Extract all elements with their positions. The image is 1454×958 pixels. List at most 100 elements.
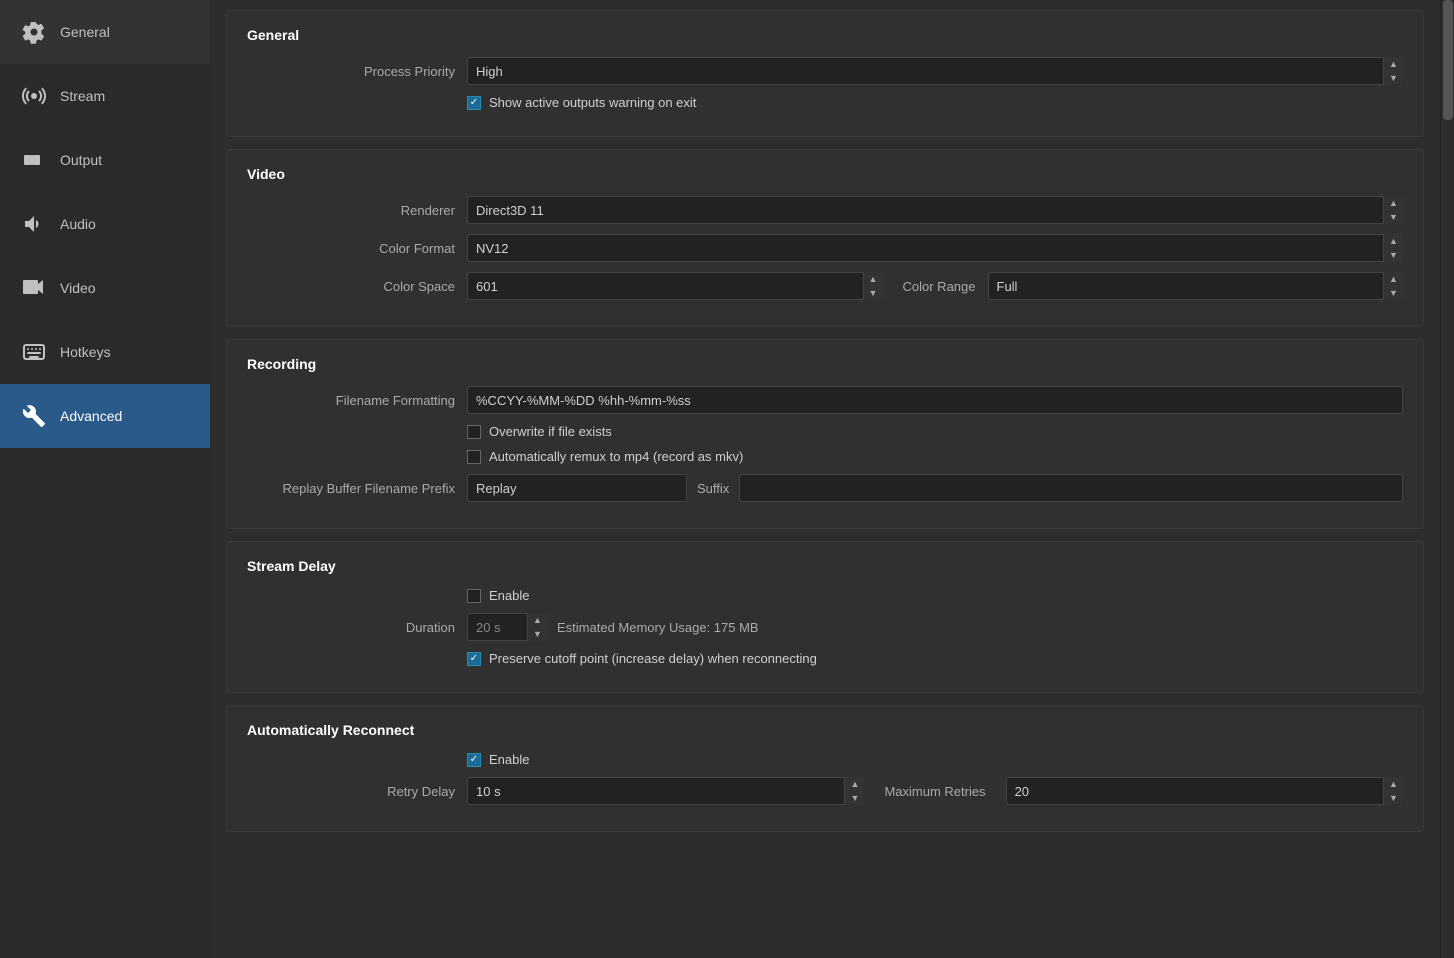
- scrollbar[interactable]: [1440, 0, 1454, 958]
- color-range-label: Color Range: [903, 279, 976, 294]
- process-priority-input[interactable]: [467, 57, 1403, 85]
- renderer-input[interactable]: [467, 196, 1403, 224]
- video-section-title: Video: [247, 166, 1403, 182]
- auto-reconnect-section: Automatically Reconnect Enable Retry Del…: [226, 705, 1424, 832]
- renderer-down[interactable]: ▼: [1384, 210, 1403, 224]
- max-retries-down[interactable]: ▼: [1384, 791, 1403, 805]
- reconnect-enable-checkbox[interactable]: [467, 753, 481, 767]
- color-range-spinners: ▲ ▼: [1383, 272, 1403, 300]
- renderer-label: Renderer: [247, 203, 467, 218]
- retry-delay-row: Retry Delay ▲ ▼ Maximum Retries ▲ ▼: [247, 777, 1403, 805]
- color-space-input-wrap: ▲ ▼: [467, 272, 883, 300]
- sidebar-item-video-label: Video: [60, 280, 96, 296]
- duration-box: ▲ ▼ Estimated Memory Usage: 175 MB: [467, 613, 759, 641]
- estimated-memory-label: Estimated Memory Usage: 175 MB: [557, 620, 759, 635]
- preserve-label: Preserve cutoff point (increase delay) w…: [489, 651, 817, 666]
- color-format-spinners: ▲ ▼: [1383, 234, 1403, 262]
- renderer-input-wrap: ▲ ▼: [467, 196, 1403, 224]
- replay-prefix-label: Replay Buffer Filename Prefix: [247, 481, 467, 496]
- sidebar-item-video[interactable]: Video: [0, 256, 210, 320]
- process-priority-spinners: ▲ ▼: [1383, 57, 1403, 85]
- max-retries-spinners: ▲ ▼: [1383, 777, 1403, 805]
- gear-icon: [20, 18, 48, 46]
- auto-reconnect-title: Automatically Reconnect: [247, 722, 1403, 738]
- retry-inputs: ▲ ▼ Maximum Retries ▲ ▼: [467, 777, 1403, 805]
- color-range-input[interactable]: [988, 272, 1404, 300]
- sidebar-item-advanced[interactable]: Advanced: [0, 384, 210, 448]
- process-priority-down[interactable]: ▼: [1384, 71, 1403, 85]
- recording-section: Recording Filename Formatting Overwrite …: [226, 339, 1424, 529]
- color-space-input[interactable]: [467, 272, 883, 300]
- sidebar-item-general[interactable]: General: [0, 0, 210, 64]
- overwrite-label: Overwrite if file exists: [489, 424, 612, 439]
- remux-label: Automatically remux to mp4 (record as mk…: [489, 449, 743, 464]
- color-format-down[interactable]: ▼: [1384, 248, 1403, 262]
- sidebar: General Stream Output Audio: [0, 0, 210, 958]
- renderer-up[interactable]: ▲: [1384, 196, 1403, 210]
- max-retries-input[interactable]: [1006, 777, 1403, 805]
- filename-input[interactable]: [467, 386, 1403, 414]
- suffix-label: Suffix: [697, 481, 729, 496]
- replay-row: Replay Buffer Filename Prefix Suffix: [247, 474, 1403, 502]
- sidebar-item-general-label: General: [60, 24, 110, 40]
- stream-delay-enable-checkbox[interactable]: [467, 589, 481, 603]
- stream-delay-section: Stream Delay Enable Duration ▲ ▼ Estimat…: [226, 541, 1424, 693]
- preserve-checkbox[interactable]: [467, 652, 481, 666]
- audio-icon: [20, 210, 48, 238]
- color-format-label: Color Format: [247, 241, 467, 256]
- process-priority-input-wrap: ▲ ▼: [467, 57, 1403, 85]
- sidebar-item-advanced-label: Advanced: [60, 408, 122, 424]
- color-range-up[interactable]: ▲: [1384, 272, 1403, 286]
- preserve-row: Preserve cutoff point (increase delay) w…: [247, 651, 1403, 666]
- retry-delay-up[interactable]: ▲: [845, 777, 864, 791]
- overwrite-row: Overwrite if file exists: [247, 424, 1403, 439]
- duration-row: Duration ▲ ▼ Estimated Memory Usage: 175…: [247, 613, 1403, 641]
- duration-up[interactable]: ▲: [528, 613, 547, 627]
- remux-checkbox[interactable]: [467, 450, 481, 464]
- color-space-spinners: ▲ ▼: [863, 272, 883, 300]
- color-space-down[interactable]: ▼: [864, 286, 883, 300]
- retry-delay-input-wrap: ▲ ▼: [467, 777, 864, 805]
- reconnect-enable-label: Enable: [489, 752, 529, 767]
- color-format-row: Color Format ▲ ▼: [247, 234, 1403, 262]
- color-space-row: Color Space ▲ ▼ Color Range ▲ ▼: [247, 272, 1403, 300]
- max-retries-input-wrap: ▲ ▼: [1006, 777, 1403, 805]
- filename-label: Filename Formatting: [247, 393, 467, 408]
- sidebar-item-output-label: Output: [60, 152, 102, 168]
- process-priority-row: Process Priority ▲ ▼: [247, 57, 1403, 85]
- retry-delay-spinners: ▲ ▼: [844, 777, 864, 805]
- replay-prefix-input[interactable]: [467, 474, 687, 502]
- reconnect-enable-row: Enable: [247, 752, 1403, 767]
- hotkeys-icon: [20, 338, 48, 366]
- stream-delay-enable-row: Enable: [247, 588, 1403, 603]
- max-retries-up[interactable]: ▲: [1384, 777, 1403, 791]
- sidebar-item-hotkeys-label: Hotkeys: [60, 344, 111, 360]
- show-warning-checkbox[interactable]: [467, 96, 481, 110]
- show-warning-row: Show active outputs warning on exit: [247, 95, 1403, 110]
- stream-delay-title: Stream Delay: [247, 558, 1403, 574]
- replay-inputs: Suffix: [467, 474, 1403, 502]
- color-space-up[interactable]: ▲: [864, 272, 883, 286]
- scrollbar-thumb[interactable]: [1443, 0, 1453, 120]
- renderer-row: Renderer ▲ ▼: [247, 196, 1403, 224]
- sidebar-item-audio[interactable]: Audio: [0, 192, 210, 256]
- color-space-label: Color Space: [247, 279, 467, 294]
- color-format-up[interactable]: ▲: [1384, 234, 1403, 248]
- retry-delay-down[interactable]: ▼: [845, 791, 864, 805]
- show-warning-label: Show active outputs warning on exit: [489, 95, 696, 110]
- color-range-down[interactable]: ▼: [1384, 286, 1403, 300]
- process-priority-up[interactable]: ▲: [1384, 57, 1403, 71]
- replay-suffix-input[interactable]: [739, 474, 1403, 502]
- sidebar-item-stream[interactable]: Stream: [0, 64, 210, 128]
- remux-row: Automatically remux to mp4 (record as mk…: [247, 449, 1403, 464]
- retry-delay-input[interactable]: [467, 777, 864, 805]
- sidebar-item-output[interactable]: Output: [0, 128, 210, 192]
- sidebar-item-audio-label: Audio: [60, 216, 96, 232]
- retry-delay-label: Retry Delay: [247, 784, 467, 799]
- duration-input-wrap: ▲ ▼: [467, 613, 547, 641]
- sidebar-item-hotkeys[interactable]: Hotkeys: [0, 320, 210, 384]
- duration-down[interactable]: ▼: [528, 627, 547, 641]
- color-format-input[interactable]: [467, 234, 1403, 262]
- color-range-input-wrap: ▲ ▼: [988, 272, 1404, 300]
- overwrite-checkbox[interactable]: [467, 425, 481, 439]
